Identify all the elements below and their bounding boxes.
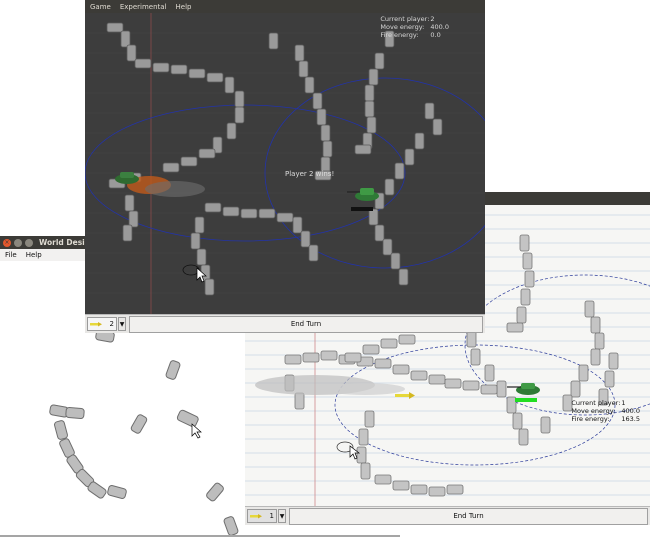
wall-segment[interactable] <box>130 414 148 435</box>
menu-file[interactable]: File <box>5 251 17 259</box>
game-toolbar-player2: 2 ▼ End Turn <box>85 314 485 333</box>
win-message: Player 2 wins! <box>285 170 335 178</box>
minimize-icon[interactable] <box>14 238 22 247</box>
hud-fire-energy-label: Fire energy: <box>380 31 419 39</box>
wall-segment[interactable] <box>165 360 181 380</box>
wall-segment[interactable] <box>54 420 68 440</box>
weapon-selector[interactable]: 2 <box>87 317 117 331</box>
hud-move-energy-value: 400.0 <box>621 407 640 415</box>
maximize-icon[interactable] <box>25 238 33 247</box>
end-turn-button[interactable]: End Turn <box>129 315 483 333</box>
hud-player1: Current player: 1 Move energy: 400.0 Fire … <box>571 399 640 423</box>
chevron-down-icon[interactable]: ▼ <box>278 509 286 523</box>
wall-segment[interactable] <box>223 516 239 536</box>
game-field-player2[interactable]: Player 2 wins! <box>85 13 485 315</box>
hud-move-energy-label: Move energy: <box>571 407 616 415</box>
weapon-selector-value: 2 <box>109 320 114 328</box>
weapon-selector[interactable]: 1 <box>247 509 277 523</box>
hud-move-energy-value: 400.0 <box>430 23 449 31</box>
hud-fire-energy-label: Fire energy: <box>571 415 610 423</box>
hud-move-energy-label: Move energy: <box>380 23 425 31</box>
missile-icon <box>90 322 102 327</box>
hud-fire-energy-value: 0.0 <box>430 31 441 39</box>
game-menubar: Game Experimental Help <box>85 0 485 13</box>
close-icon[interactable]: × <box>3 238 11 247</box>
menu-help[interactable]: Help <box>176 3 192 11</box>
missile-icon <box>250 514 262 519</box>
weapon-selector-value: 1 <box>269 512 274 520</box>
wall-segment[interactable] <box>205 482 224 502</box>
wall-segment[interactable] <box>107 485 127 499</box>
wall-segment[interactable] <box>65 406 85 420</box>
wall-segment[interactable] <box>176 409 199 428</box>
hud-current-player-value: 1 <box>621 399 626 407</box>
hud-current-player-value: 2 <box>430 15 435 23</box>
menu-help[interactable]: Help <box>26 251 42 259</box>
tank-health-bar <box>515 398 537 402</box>
hud-fire-energy-value: 163.5 <box>621 415 640 423</box>
game-window-player2: Game Experimental Help Player 2 wins! Cu… <box>85 0 485 333</box>
game-toolbar-player1: 1 ▼ End Turn <box>245 506 650 525</box>
tank-health-bar <box>351 207 373 211</box>
chevron-down-icon[interactable]: ▼ <box>118 317 126 331</box>
hud-player2: Current player: 2 Move energy: 400.0 Fire … <box>380 15 449 39</box>
hud-current-player-label: Current player: <box>380 15 430 23</box>
mouse-cursor-icon <box>191 423 202 439</box>
menu-game[interactable]: Game <box>90 3 111 11</box>
end-turn-button[interactable]: End Turn <box>289 507 648 525</box>
menu-experimental[interactable]: Experimental <box>120 3 167 11</box>
dark-battlefield <box>85 13 485 315</box>
hud-current-player-label: Current player: <box>571 399 621 407</box>
